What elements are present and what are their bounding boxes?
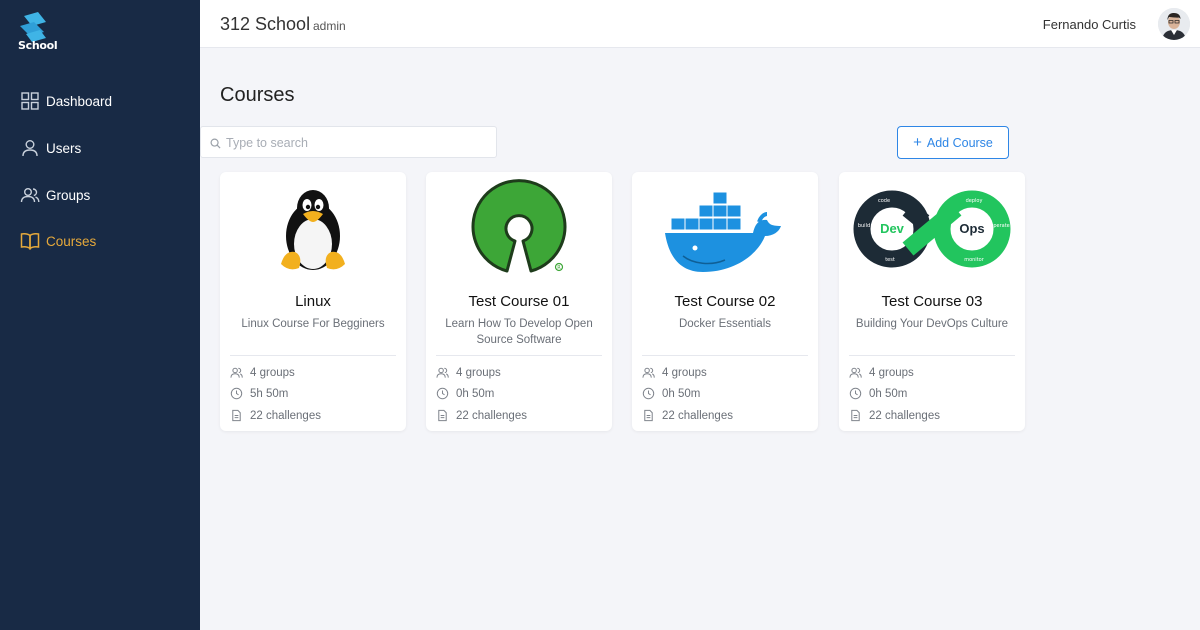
topbar: 312 School admin Fernando Curtis [200, 0, 1200, 48]
sidebar-item-dashboard[interactable]: Dashboard [20, 90, 112, 112]
course-name: Test Course 03 [881, 293, 983, 310]
course-name: Test Course 02 [674, 293, 776, 310]
add-course-button[interactable]: + Add Course [897, 126, 1009, 159]
document-icon [851, 409, 860, 422]
course-description: Building Your DevOps Culture [855, 318, 1009, 330]
course-challenges: 22 challenges [849, 409, 940, 422]
course-challenges: 22 challenges [436, 409, 527, 422]
duration-value: 0h 50m [662, 387, 701, 400]
user-icon [22, 140, 38, 157]
svg-text:monitor: monitor [964, 257, 985, 263]
course-card-linux[interactable]: Linux Linux Course For Begginers 4 group… [220, 172, 406, 431]
course-groups: 4 groups [849, 366, 914, 379]
groups-count: 4 groups [662, 366, 707, 379]
course-card-test-course-03[interactable]: Dev Ops code build test deploy monitor opera… [839, 172, 1025, 431]
duration-value: 0h 50m [869, 387, 908, 400]
svg-text:deploy: deploy [966, 198, 983, 204]
course-duration: 0h 50m [849, 387, 907, 400]
dashboard-icon [21, 92, 39, 110]
user-role-label: admin [313, 19, 346, 33]
challenges-count: 22 challenges [250, 409, 321, 422]
document-icon [232, 409, 241, 422]
course-duration: 5h 50m [230, 387, 288, 400]
logo-text: School [18, 39, 58, 52]
group-icon [436, 367, 449, 378]
sidebar-item-users[interactable]: Users [20, 137, 81, 159]
course-name: Linux [295, 293, 331, 310]
add-course-label: Add Course [926, 135, 993, 150]
divider [230, 355, 396, 356]
divider [642, 355, 808, 356]
app-title: 312 School [220, 14, 311, 34]
groups-count: 4 groups [456, 366, 501, 379]
group-icon [20, 188, 40, 203]
groups-count: 4 groups [869, 366, 914, 379]
course-description: Docker Essentials [678, 318, 772, 330]
devops-infinity-icon: Dev Ops code build test deploy monitor opera… [853, 190, 1011, 268]
course-groups: 4 groups [642, 366, 707, 379]
course-challenges: 22 challenges [230, 409, 321, 422]
group-icon [642, 367, 655, 378]
docker-whale-icon [665, 191, 781, 272]
open-source-logo-icon: R [471, 179, 567, 273]
search-box [200, 126, 497, 158]
challenges-count: 22 challenges [869, 409, 940, 422]
sidebar: School Dashboard Users Groups Courses [0, 0, 200, 630]
challenges-count: 22 challenges [456, 409, 527, 422]
group-icon [849, 367, 862, 378]
document-icon [644, 409, 653, 422]
search-icon [210, 138, 221, 149]
course-duration: 0h 50m [642, 387, 700, 400]
group-icon [230, 367, 243, 378]
avatar-image-icon [1158, 8, 1190, 40]
duration-value: 0h 50m [456, 387, 495, 400]
course-image: Dev Ops code build test deploy monitor opera… [839, 178, 1025, 280]
document-icon [438, 409, 447, 422]
divider [849, 355, 1015, 356]
course-description: Learn How To Develop Open Source Softwar… [445, 318, 593, 346]
divider [436, 355, 602, 356]
plus-icon: + [913, 134, 922, 151]
svg-text:operate: operate [990, 223, 1009, 229]
course-card-test-course-02[interactable]: Test Course 02 Docker Essentials 4 group… [632, 172, 818, 431]
linux-tux-icon [281, 190, 345, 270]
course-description: Linux Course For Begginers [241, 318, 385, 330]
avatar[interactable] [1158, 8, 1190, 40]
course-image [632, 178, 818, 280]
clock-icon [436, 387, 449, 400]
clock-icon [230, 387, 243, 400]
course-challenges: 22 challenges [642, 409, 733, 422]
course-card-test-course-01[interactable]: R Test Course 01 Learn How To Develop Op… [426, 172, 612, 431]
svg-text:build: build [858, 223, 870, 229]
challenges-count: 22 challenges [662, 409, 733, 422]
sidebar-item-label: Dashboard [46, 93, 113, 109]
course-groups: 4 groups [436, 366, 501, 379]
course-groups: 4 groups [230, 366, 295, 379]
course-image [220, 178, 406, 280]
sidebar-item-courses[interactable]: Courses [20, 230, 96, 252]
book-icon [20, 233, 40, 250]
svg-text:Ops: Ops [959, 221, 984, 236]
svg-text:R: R [557, 265, 561, 271]
sidebar-item-label: Courses [46, 233, 97, 249]
svg-text:test: test [885, 257, 895, 263]
svg-text:code: code [878, 198, 890, 204]
course-duration: 0h 50m [436, 387, 494, 400]
clock-icon [849, 387, 862, 400]
duration-value: 5h 50m [250, 387, 289, 400]
course-name: Test Course 01 [468, 293, 570, 310]
sidebar-item-groups[interactable]: Groups [20, 184, 90, 206]
user-name[interactable]: Fernando Curtis [1043, 17, 1136, 32]
search-input[interactable] [226, 133, 486, 153]
course-image: R [426, 178, 612, 280]
sidebar-item-label: Groups [46, 187, 91, 203]
clock-icon [642, 387, 655, 400]
groups-count: 4 groups [250, 366, 295, 379]
sidebar-item-label: Users [46, 140, 82, 156]
svg-text:Dev: Dev [880, 221, 905, 236]
page-title: Courses [220, 84, 295, 106]
